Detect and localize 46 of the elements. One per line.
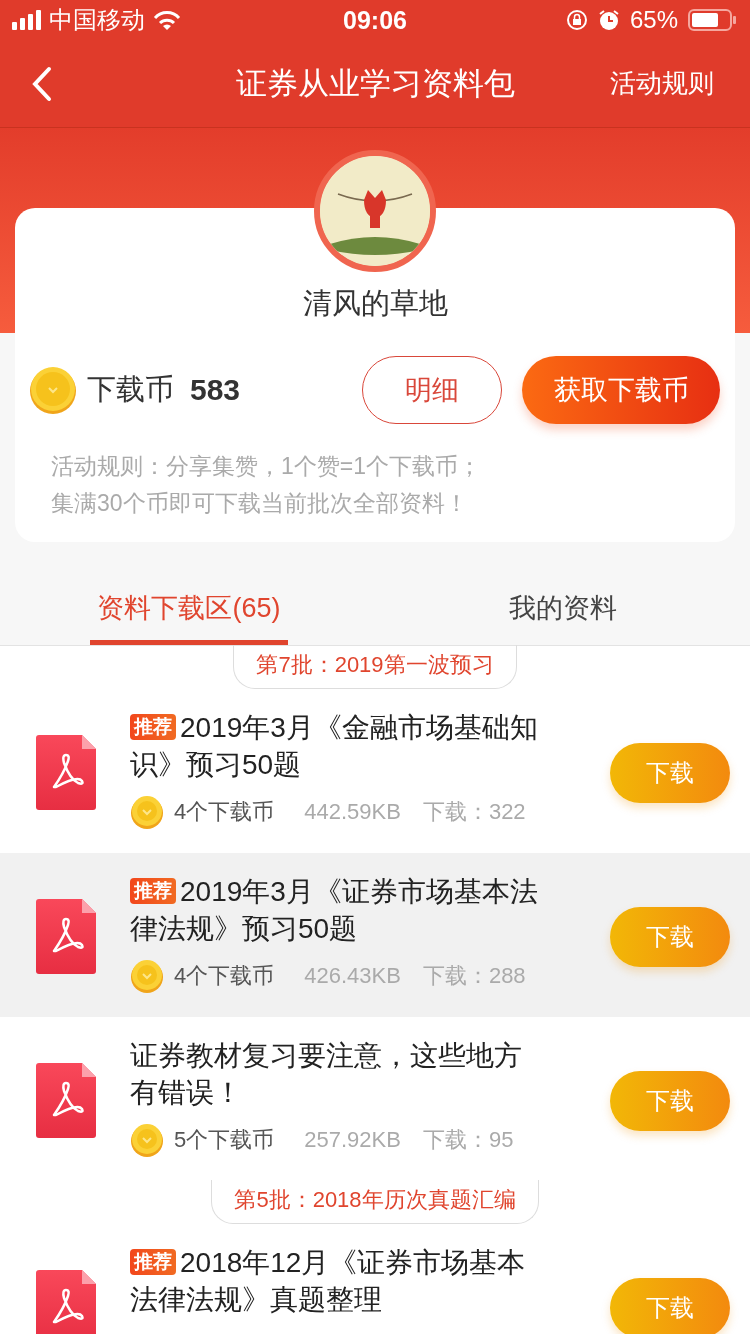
- coin-price: 4个下载币: [174, 962, 275, 990]
- document-title: 证券教材复习要注意，这些地方有错误！: [130, 1039, 523, 1110]
- file-size: 257.92KB: [304, 1127, 401, 1153]
- download-count: 下载：95: [422, 1126, 514, 1154]
- pdf-file-icon: [36, 1270, 96, 1334]
- tab[interactable]: 资料下载区(65): [90, 570, 288, 645]
- page-title: 证券从业学习资料包: [235, 65, 515, 103]
- coin-icon: [130, 959, 164, 993]
- coin-icon: [130, 795, 164, 829]
- document-row[interactable]: 推荐 2019年3月《证券市场基本法律法规》预习50题 4个下载币 426.43KB 下载：288 下载: [0, 853, 750, 1017]
- file-size: 426.43KB: [304, 963, 401, 989]
- battery-percentage: 65%: [629, 6, 678, 34]
- rules-text: 活动规则：分享集赞，1个赞=1个下载币；: [51, 452, 481, 481]
- activity-rules-link[interactable]: 活动规则: [610, 66, 714, 101]
- pdf-file-icon: [36, 899, 96, 974]
- coin-label: 下载币: [87, 372, 174, 407]
- download-button[interactable]: 下载: [610, 906, 730, 967]
- tab[interactable]: 我的资料: [376, 570, 750, 645]
- file-size: 442.59KB: [304, 799, 401, 825]
- coin-icon: [130, 1123, 164, 1157]
- pdf-file-icon: [36, 1063, 96, 1138]
- clock-time: 09:06: [343, 5, 407, 35]
- alarm-icon: [597, 9, 620, 31]
- download-count: 下载：288: [422, 962, 526, 990]
- user-name: 清风的草地: [301, 286, 449, 321]
- document-title: 推荐 2019年3月《证券市场基本法律法规》预习50题: [130, 875, 539, 946]
- coin-count: 583: [190, 373, 241, 407]
- download-count: 下载：322: [422, 798, 526, 826]
- pdf-file-icon: [36, 735, 96, 810]
- download-button[interactable]: 下载: [610, 742, 730, 803]
- document-title: 推荐 2019年3月《金融市场基础知识》预习50题: [130, 711, 539, 782]
- wifi-icon: [153, 9, 181, 31]
- coin-icon: [29, 366, 77, 414]
- get-coins-button[interactable]: 获取下载币: [522, 356, 720, 424]
- download-button[interactable]: 下载: [610, 1277, 730, 1334]
- battery-icon: [688, 9, 736, 31]
- rotation-lock-icon: [565, 9, 588, 31]
- details-button[interactable]: 明细: [362, 356, 502, 424]
- rules-text: 集满30个币即可下载当前批次全部资料！: [51, 489, 468, 518]
- back-icon[interactable]: [30, 65, 54, 102]
- carrier-name: 中国移动: [49, 5, 145, 35]
- document-title: 推荐 2018年12月《证券市场基本法律法规》真题整理: [130, 1246, 527, 1317]
- coin-price: 5个下载币: [174, 1126, 275, 1154]
- coin-price: 4个下载币: [174, 798, 275, 826]
- signal-icon: [12, 10, 41, 30]
- download-button[interactable]: 下载: [610, 1070, 730, 1131]
